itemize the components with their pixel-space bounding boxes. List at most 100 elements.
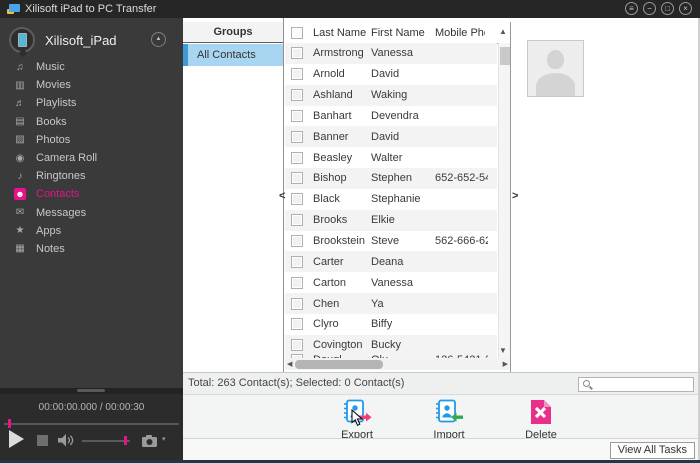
sidebar-item-movies[interactable]: ▥ Movies xyxy=(0,76,183,94)
movies-icon: ▥ xyxy=(15,79,25,91)
table-row[interactable]: Armstrong Vanessa xyxy=(285,43,497,64)
row-checkbox[interactable] xyxy=(291,109,303,122)
player-time: 00:00:00.000 / 00:00:30 xyxy=(38,402,145,413)
close-icon[interactable]: × xyxy=(679,2,692,15)
table-row[interactable]: Banhart Devendra xyxy=(285,106,497,127)
sidebar-item-apps[interactable]: ★ Apps xyxy=(0,222,183,240)
music-icon: ♫ xyxy=(16,61,24,73)
sidebar-nav: ♫ Music ▥ Movies ♬ Playlists ▤ Books ▨ Photos ◉ Cam… xyxy=(0,58,183,258)
row-checkbox[interactable] xyxy=(291,339,303,352)
collapse-device-button[interactable]: ▲ xyxy=(151,32,166,47)
sidebar-item-contacts[interactable]: ☻ Contacts xyxy=(0,185,183,203)
window-title: Xilisoft iPad to PC Transfer xyxy=(25,3,157,15)
playlists-icon: ♬ xyxy=(15,97,25,109)
sidebar-item-ringtones[interactable]: ♪ Ringtones xyxy=(0,167,183,185)
mouse-cursor xyxy=(351,409,364,426)
row-checkbox[interactable] xyxy=(291,151,303,164)
player-progress-handle[interactable] xyxy=(8,419,11,428)
sidebar: Xilisoft_iPad ▲ ♫ Music ▥ Movies ♬ Playlists ▤… xyxy=(0,18,183,460)
table-row[interactable]: Carton Vanessa xyxy=(285,272,497,293)
scroll-right-icon[interactable]: ▶ xyxy=(503,360,508,368)
player-panel: 00:00:00.000 / 00:00:30 ▾ xyxy=(0,394,183,460)
play-button[interactable] xyxy=(9,430,24,448)
sidebar-item-photos[interactable]: ▨ Photos xyxy=(0,131,183,149)
table-row[interactable]: BishopStephen652-652-546 xyxy=(285,168,497,189)
volume-handle[interactable] xyxy=(124,436,127,445)
row-checkbox[interactable] xyxy=(291,297,303,310)
app-window: Xilisoft iPad to PC Transfer ≡ − □ × Xil… xyxy=(0,0,700,463)
scroll-up-icon[interactable]: ▲ xyxy=(499,27,507,37)
select-all-checkbox[interactable] xyxy=(291,26,303,39)
volume-icon[interactable] xyxy=(58,434,75,447)
row-checkbox[interactable] xyxy=(291,193,303,206)
vertical-scrollbar[interactable] xyxy=(498,43,510,358)
table-row[interactable]: Brooks Elkie xyxy=(285,209,497,231)
row-checkbox[interactable] xyxy=(291,47,303,60)
menu-icon[interactable]: ≡ xyxy=(625,2,638,15)
status-bar: Total: 263 Contact(s); Selected: 0 Conta… xyxy=(183,372,700,394)
row-checkbox[interactable] xyxy=(291,276,303,289)
device-name: Xilisoft_iPad xyxy=(45,33,117,48)
apps-icon: ★ xyxy=(15,225,25,237)
table-row[interactable]: Clyro Biffy xyxy=(285,314,497,335)
photos-icon: ▨ xyxy=(15,134,25,146)
contact-photo-placeholder xyxy=(527,40,584,97)
horizontal-scrollbar[interactable]: ◀ ▶ xyxy=(285,358,511,370)
camera-roll-icon: ◉ xyxy=(15,152,25,164)
table-body: Armstrong Vanessa Arnold David Ashland Waking… xyxy=(285,43,497,356)
table-row[interactable]: Ashland Waking xyxy=(285,84,497,106)
delete-button[interactable]: Delete xyxy=(501,399,581,441)
scroll-down-icon[interactable]: ▼ xyxy=(499,346,507,356)
column-first-name[interactable]: First Name xyxy=(371,27,435,39)
table-row[interactable]: Chen Ya xyxy=(285,293,497,314)
expand-detail-icon[interactable]: > xyxy=(512,190,518,202)
collapse-groups-icon[interactable]: < xyxy=(279,190,285,202)
snapshot-camera-icon[interactable] xyxy=(142,435,159,447)
contacts-toolbar: Export Import Delete xyxy=(183,394,700,441)
view-all-tasks-button[interactable]: View All Tasks xyxy=(609,442,695,459)
table-row[interactable]: BrooksteinSteve562-666-623 xyxy=(285,231,497,252)
sidebar-item-messages[interactable]: ✉ Messages xyxy=(0,204,183,222)
table-row[interactable]: Carter Deana xyxy=(285,251,497,273)
row-checkbox[interactable] xyxy=(291,235,303,248)
volume-slider[interactable] xyxy=(82,436,130,445)
bottom-bar: View All Tasks xyxy=(183,438,700,460)
delete-icon xyxy=(531,400,551,424)
row-checkbox[interactable] xyxy=(291,68,303,81)
status-summary: Total: 263 Contact(s); Selected: 0 Conta… xyxy=(188,377,405,389)
table-row[interactable]: Beasley Walter xyxy=(285,147,497,168)
table-row[interactable]: Arnold David xyxy=(285,64,497,85)
detail-panel-border xyxy=(510,22,511,372)
divider-handle[interactable] xyxy=(77,389,105,392)
column-mobile-phone[interactable]: Mobile Phone xyxy=(435,27,485,39)
row-checkbox[interactable] xyxy=(291,255,303,268)
row-checkbox[interactable] xyxy=(291,130,303,143)
row-checkbox[interactable] xyxy=(291,214,303,227)
sidebar-item-playlists[interactable]: ♬ Playlists xyxy=(0,94,183,112)
sidebar-item-notes[interactable]: ▦ Notes xyxy=(0,240,183,258)
group-item-all-contacts[interactable]: All Contacts xyxy=(183,44,283,66)
stop-button[interactable] xyxy=(37,435,48,446)
search-input[interactable] xyxy=(578,377,694,392)
table-row[interactable]: Black Stephanie xyxy=(285,189,497,210)
group-selection-tab xyxy=(183,44,188,66)
horizontal-scrollbar-thumb[interactable] xyxy=(295,359,383,369)
table-row[interactable]: Banner David xyxy=(285,126,497,148)
titlebar: Xilisoft iPad to PC Transfer ≡ − □ × xyxy=(0,0,700,18)
camera-dropdown-icon[interactable]: ▾ xyxy=(162,435,166,443)
vertical-scrollbar-thumb[interactable] xyxy=(500,47,510,65)
player-progress-bar[interactable] xyxy=(4,419,179,428)
sidebar-item-camera-roll[interactable]: ◉ Camera Roll xyxy=(0,149,183,167)
row-checkbox[interactable] xyxy=(291,318,303,331)
minimize-icon[interactable]: − xyxy=(643,2,656,15)
row-checkbox[interactable] xyxy=(291,172,303,185)
maximize-icon[interactable]: □ xyxy=(661,2,674,15)
column-last-name[interactable]: Last Name xyxy=(313,27,371,39)
sidebar-item-music[interactable]: ♫ Music xyxy=(0,58,183,76)
import-button[interactable]: Import xyxy=(409,399,489,441)
scroll-left-icon[interactable]: ◀ xyxy=(287,360,292,368)
row-checkbox[interactable] xyxy=(291,89,303,102)
sidebar-item-books[interactable]: ▤ Books xyxy=(0,113,183,131)
books-icon: ▤ xyxy=(15,116,25,128)
import-icon xyxy=(436,399,463,423)
